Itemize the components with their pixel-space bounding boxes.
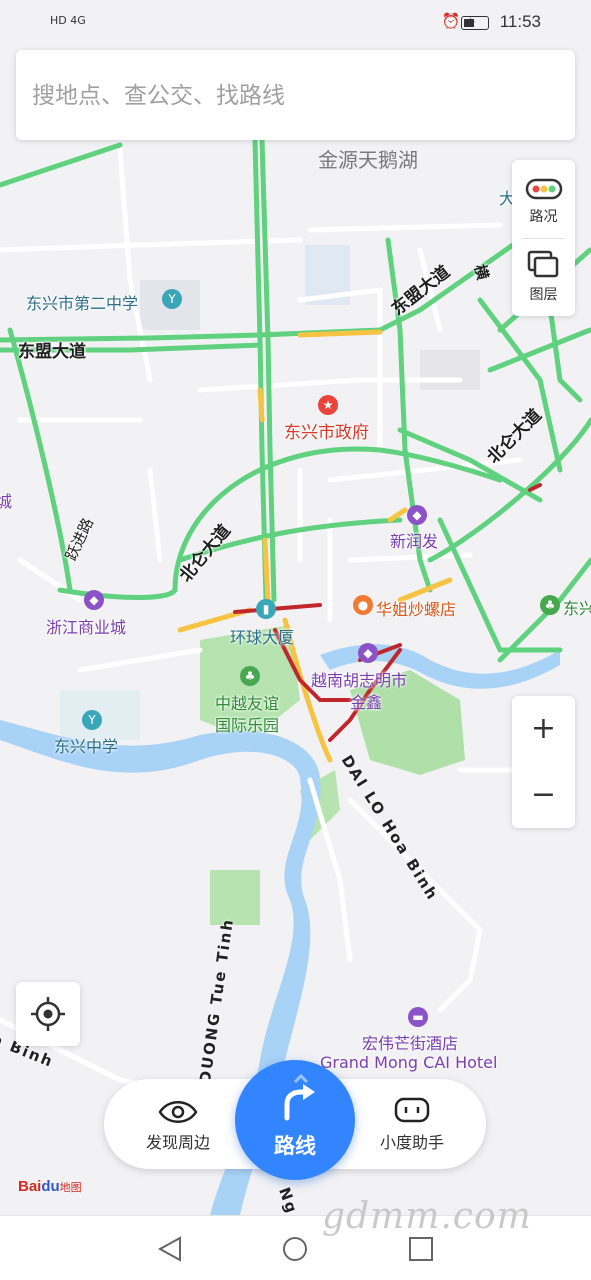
battery-icon xyxy=(461,16,489,30)
poi-zhongyue-1[interactable]: 中越友谊 xyxy=(215,690,279,714)
restaurant-icon: ● xyxy=(353,595,373,615)
eye-icon xyxy=(158,1101,198,1123)
traffic-button[interactable]: 路况 xyxy=(512,160,575,238)
crosshair-icon xyxy=(31,997,65,1031)
traffic-light-icon xyxy=(525,178,563,200)
network-indicator: HD 4G xyxy=(50,14,86,27)
school-icon: Y xyxy=(162,289,182,309)
shopping-icon: ◆ xyxy=(84,590,104,610)
route-label: 路线 xyxy=(274,1134,316,1158)
road-label-dongmeng-left: 东盟大道 xyxy=(18,342,86,362)
traffic-label: 路况 xyxy=(529,209,558,225)
poi-dongxing-school[interactable]: 东兴中学 xyxy=(54,733,118,757)
zoom-out-button[interactable]: − xyxy=(512,762,575,828)
poi-yuenan-1[interactable]: 越南胡志明市 xyxy=(311,667,407,691)
assistant-button[interactable]: 小度助手 xyxy=(352,1079,472,1169)
watermark: gdmm.com xyxy=(322,1196,532,1237)
discover-nearby-button[interactable]: 发现周边 xyxy=(118,1079,238,1169)
layers-label: 图层 xyxy=(529,287,558,303)
shopping-icon: ◆ xyxy=(358,643,378,663)
poi-huanqiu[interactable]: 环球大厦 xyxy=(230,624,294,648)
poi-huajie[interactable]: 华姐炒螺店 xyxy=(376,596,456,620)
park-icon: ♣ xyxy=(540,595,560,615)
poi-dongxing-gov[interactable]: 东兴市政府 xyxy=(284,418,369,443)
poi-zhongyue-2[interactable]: 国际乐园 xyxy=(215,712,279,736)
search-box[interactable] xyxy=(16,50,575,140)
zoom-in-button[interactable]: + xyxy=(512,696,575,762)
poi-partial-left: 城 xyxy=(0,492,13,511)
status-time: 11:53 xyxy=(499,12,541,31)
poi-zhejiang-mall[interactable]: 浙江商业城 xyxy=(46,614,126,638)
status-bar: HD 4G ⏰⌖ 11:53 xyxy=(0,0,591,46)
route-button[interactable]: 路线 xyxy=(235,1060,355,1180)
layers-button[interactable]: 图层 xyxy=(512,238,575,316)
home-icon[interactable] xyxy=(283,1237,307,1261)
assistant-icon xyxy=(394,1097,430,1123)
layers-icon xyxy=(527,250,559,278)
route-arrow-icon xyxy=(284,1073,315,1121)
shopping-icon: ◆ xyxy=(407,505,427,525)
locate-button[interactable] xyxy=(16,982,80,1046)
building-icon: ▮ xyxy=(256,599,276,619)
discover-label: 发现周边 xyxy=(145,1133,210,1152)
recents-icon[interactable] xyxy=(409,1237,433,1261)
layer-panel: 路况 图层 xyxy=(512,160,575,316)
assistant-label: 小度助手 xyxy=(379,1133,444,1152)
park-icon: ♣ xyxy=(240,666,260,686)
poi-yuenan-2[interactable]: 金鑫 xyxy=(350,689,382,713)
area-label-jinyuan: 金源天鹅湖 xyxy=(318,148,418,172)
back-icon[interactable] xyxy=(157,1236,181,1262)
baidu-logo: Baidu地图 xyxy=(18,1178,82,1195)
search-input[interactable] xyxy=(32,74,552,118)
map-canvas[interactable]: 金源天鹅湖 东盟大道 东盟大道 北仑大道 北仑大道 跃进路 东兴市第二中学 Y … xyxy=(0,0,591,1217)
government-icon: ★ xyxy=(318,395,338,415)
poi-hotel-cn[interactable]: 宏伟芒街酒店 xyxy=(362,1030,458,1054)
zoom-control: + − xyxy=(512,696,575,828)
poi-dongxing-no2-school[interactable]: 东兴市第二中学 xyxy=(26,290,138,314)
poi-dongxing-right[interactable]: 东兴 xyxy=(563,595,591,619)
hotel-icon: ▬ xyxy=(408,1007,428,1027)
school-icon: Y xyxy=(82,710,102,730)
poi-xinrunfa[interactable]: 新润发 xyxy=(390,528,438,552)
